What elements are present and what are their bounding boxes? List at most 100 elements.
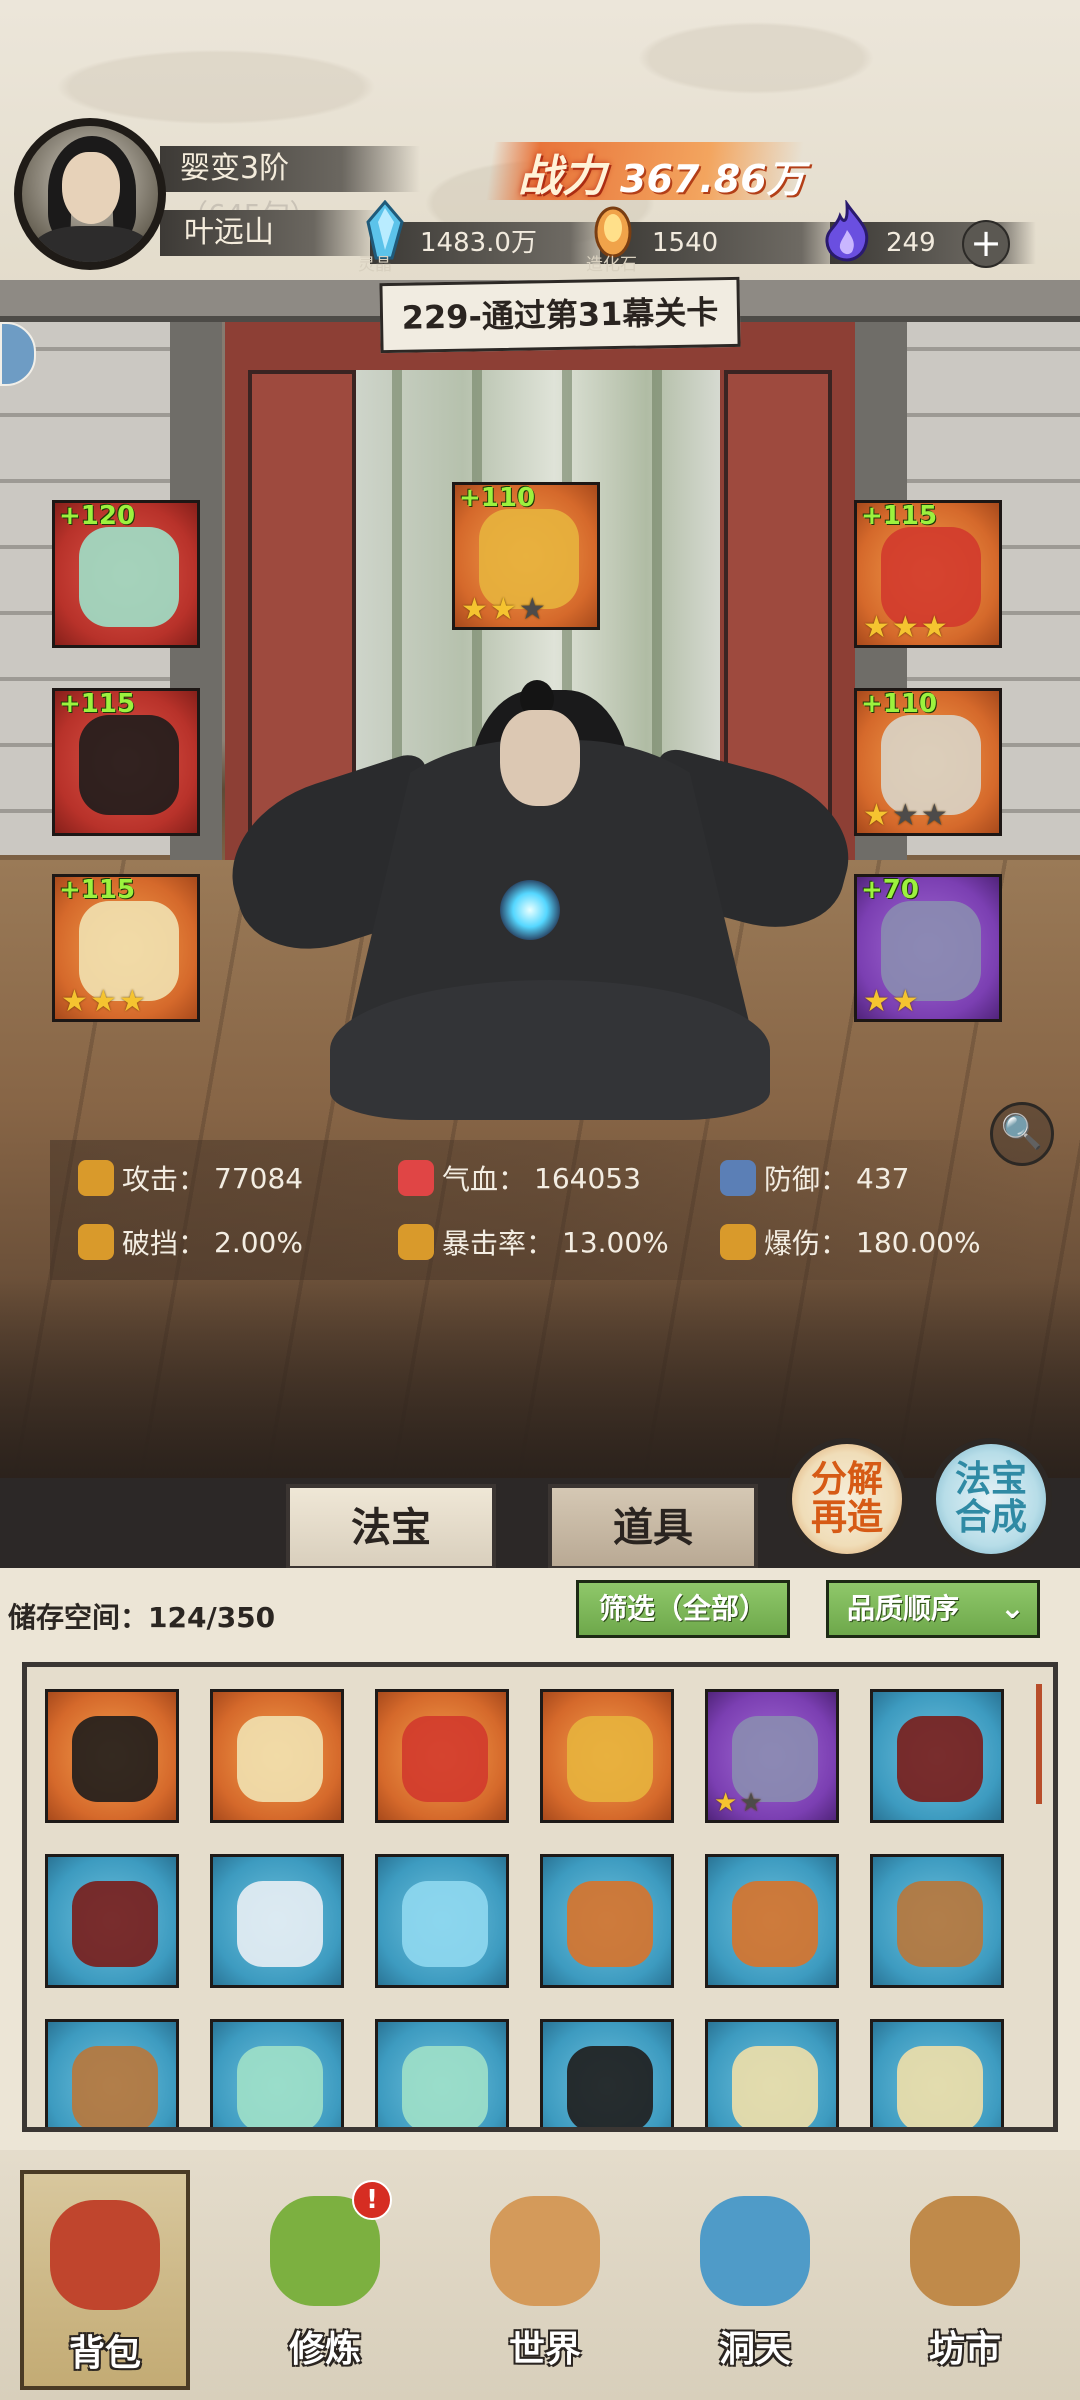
robe-icon bbox=[72, 1716, 158, 1802]
inventory-item-boots[interactable] bbox=[210, 1689, 344, 1823]
nav-label: 背包 bbox=[68, 2333, 141, 2374]
star-icon: ★ bbox=[739, 1788, 763, 1818]
stage-banner[interactable]: 229-通过第31幕关卡 bbox=[379, 276, 741, 354]
armor-icon bbox=[732, 2046, 818, 2127]
inventory-item-axe[interactable] bbox=[705, 1854, 839, 1988]
star-icon: ★ bbox=[518, 592, 546, 627]
star-rating: ★ ★ ★ bbox=[461, 595, 546, 625]
filter-button[interactable]: 筛选（全部） bbox=[576, 1580, 790, 1638]
inventory-item-robe[interactable] bbox=[540, 2019, 674, 2127]
star-icon: ★ bbox=[891, 610, 919, 645]
equipment-slot-boots[interactable]: +115 ★ ★ ★ bbox=[52, 874, 200, 1022]
inventory-item-robe[interactable] bbox=[45, 1689, 179, 1823]
shield-icon bbox=[720, 1160, 756, 1196]
inventory-item-whisk[interactable] bbox=[210, 1854, 344, 1988]
add-resource-button[interactable]: + bbox=[962, 220, 1010, 268]
inventory-item-dagger[interactable] bbox=[45, 1854, 179, 1988]
inventory-item-dagger[interactable] bbox=[870, 1689, 1004, 1823]
stat-label: 暴击率： bbox=[442, 1227, 555, 1260]
inventory-item-armor[interactable] bbox=[705, 2019, 839, 2127]
inventory-item-fan[interactable] bbox=[375, 2019, 509, 2127]
resource-caption: 灵晶 bbox=[358, 255, 392, 275]
star-rating: ★ ★ bbox=[714, 1788, 763, 1818]
stat-break: 破挡： 2.00% bbox=[78, 1222, 303, 1262]
stat-shield: 防御： 437 bbox=[720, 1158, 909, 1198]
resource-value: 1540 bbox=[652, 228, 719, 258]
star-icon: ★ bbox=[920, 798, 948, 833]
equipment-slot-pendant[interactable]: +110 ★ ★ ★ bbox=[854, 688, 1002, 836]
nav-market[interactable]: 坊市 bbox=[880, 2170, 1050, 2390]
tab-treasure[interactable]: 法宝 bbox=[286, 1484, 496, 1570]
star-rating: ★ ★ bbox=[863, 987, 919, 1017]
equipment-slot-crown[interactable]: +115 ★ ★ ★ bbox=[854, 500, 1002, 648]
inventory-item-crown[interactable] bbox=[375, 1689, 509, 1823]
storage-value: 124/350 bbox=[148, 1601, 276, 1634]
fan-icon bbox=[237, 2046, 323, 2127]
stat-label: 破挡： bbox=[122, 1227, 207, 1260]
synthesize-button[interactable]: 法宝 合成 bbox=[930, 1438, 1052, 1560]
stat-value: 2.00% bbox=[214, 1225, 303, 1259]
inventory-scrollbar[interactable] bbox=[1036, 1684, 1042, 1804]
boots-icon bbox=[237, 1716, 323, 1802]
equipment-slot-robe[interactable]: +115 bbox=[52, 688, 200, 836]
nav-label: 洞天 bbox=[718, 2329, 791, 2370]
star-rating: ★ ★ ★ bbox=[61, 987, 146, 1017]
inventory-item-fan[interactable] bbox=[210, 2019, 344, 2127]
fan-icon bbox=[402, 2046, 488, 2127]
sword-icon bbox=[78, 1160, 114, 1196]
equipment-slot-golden-beast[interactable]: +110 ★ ★ ★ bbox=[452, 482, 600, 630]
crown-icon bbox=[402, 1716, 488, 1802]
staff-icon bbox=[72, 2046, 158, 2127]
notification-badge: ! bbox=[352, 2180, 392, 2220]
inventory-item-golden-beast[interactable] bbox=[540, 1689, 674, 1823]
decompose-label-2: 再造 bbox=[810, 1497, 883, 1538]
stat-value: 437 bbox=[856, 1161, 910, 1195]
robe-icon bbox=[567, 2046, 653, 2127]
player-avatar[interactable] bbox=[14, 118, 166, 270]
power-label: 战力 bbox=[518, 151, 606, 202]
star-rating: ★ ★ ★ bbox=[863, 613, 948, 643]
scroll-icon bbox=[490, 2196, 600, 2306]
nav-portal[interactable]: 洞天 bbox=[670, 2170, 840, 2390]
decompose-button[interactable]: 分解 再造 bbox=[786, 1438, 908, 1560]
star-icon: ★ bbox=[863, 984, 890, 1019]
sort-dropdown[interactable]: 品质顺序 ⌄ bbox=[826, 1580, 1040, 1638]
resource-value: 249 bbox=[886, 228, 936, 258]
star-icon: ★ bbox=[489, 592, 517, 627]
inventory-item-staff[interactable] bbox=[45, 2019, 179, 2127]
realm-label: 婴变3阶 bbox=[180, 151, 290, 186]
stat-crit: 暴击率： 13.00% bbox=[398, 1222, 669, 1262]
resource-creation-stone: 1540 bbox=[600, 222, 852, 264]
synthesize-label-1: 法宝 bbox=[954, 1459, 1027, 1500]
inventory-item-staff[interactable] bbox=[870, 1854, 1004, 1988]
inventory-item-ring[interactable]: ★ ★ bbox=[705, 1689, 839, 1823]
equipment-slot-ring[interactable]: +70 ★ ★ bbox=[854, 874, 1002, 1022]
storage-label: 储存空间： bbox=[8, 1601, 149, 1634]
inventory-item-bow[interactable] bbox=[375, 1854, 509, 1988]
robe-icon bbox=[79, 715, 179, 815]
enhance-level: +115 bbox=[59, 689, 136, 719]
stage-title: 229-通过第31幕关卡 bbox=[401, 293, 719, 337]
nav-bag[interactable]: 背包 bbox=[20, 2170, 190, 2390]
power-value: 367.86万 bbox=[620, 157, 805, 201]
whisk-icon bbox=[237, 1881, 323, 1967]
synthesize-label-2: 合成 bbox=[954, 1497, 1027, 1538]
star-icon: ★ bbox=[920, 610, 948, 645]
golden-beast-icon bbox=[567, 1716, 653, 1802]
inventory-item-axe[interactable] bbox=[540, 1854, 674, 1988]
equipment-slot-fan[interactable]: +120 bbox=[52, 500, 200, 648]
tab-items[interactable]: 道具 bbox=[548, 1484, 758, 1570]
nav-lotus[interactable]: 修炼! bbox=[240, 2170, 410, 2390]
character-face bbox=[500, 710, 580, 806]
enhance-level: +70 bbox=[861, 875, 919, 905]
crit-icon bbox=[398, 1224, 434, 1260]
star-rating: ★ ★ ★ bbox=[863, 801, 948, 831]
tab-strip bbox=[0, 1478, 1080, 1568]
fan-icon bbox=[79, 527, 179, 627]
stat-heart: 气血： 164053 bbox=[398, 1158, 641, 1198]
portal-icon bbox=[700, 2196, 810, 2306]
resource-value: 1483.0万 bbox=[420, 228, 537, 258]
nav-scroll[interactable]: 世界 bbox=[460, 2170, 630, 2390]
player-name: 叶远山 bbox=[160, 210, 380, 256]
inventory-item-armor[interactable] bbox=[870, 2019, 1004, 2127]
